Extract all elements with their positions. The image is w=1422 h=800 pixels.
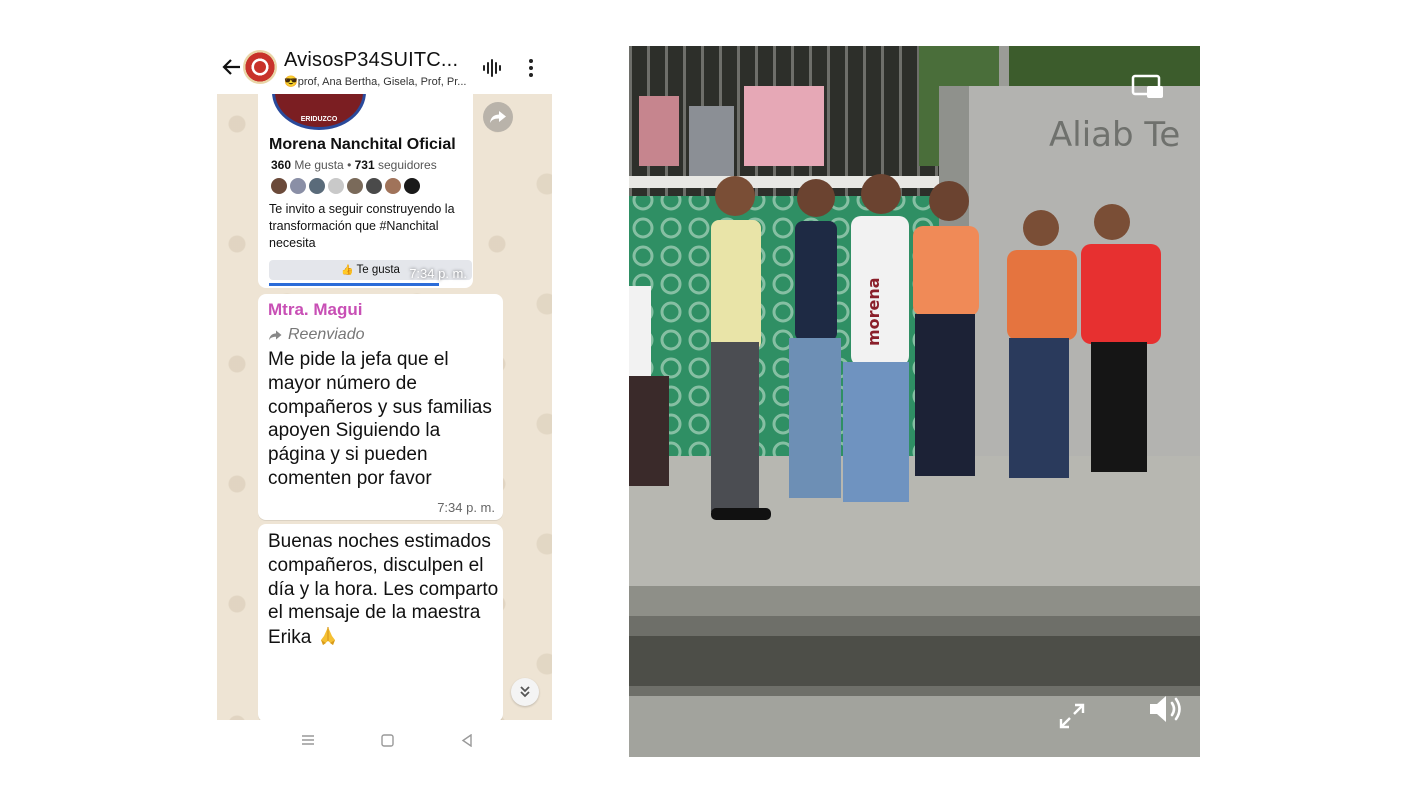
message-bubble[interactable]: Mtra. Magui Reenviado Me pide la jefa qu… (258, 294, 503, 520)
expand-icon[interactable] (1057, 701, 1087, 731)
wall-graffiti: Aliab Te (1049, 115, 1180, 155)
recents-icon[interactable] (301, 734, 315, 746)
page-name: Morena Nanchital Oficial (269, 136, 456, 153)
chat-title[interactable]: AvisosP34SUITC... (284, 49, 458, 72)
follower-avatars (271, 178, 420, 196)
card-progress-bar (269, 283, 439, 286)
chat-header: AvisosP34SUITC... 😎prof, Ana Bertha, Gis… (217, 40, 552, 94)
arrow-left-icon[interactable] (221, 56, 243, 78)
pray-icon (320, 627, 335, 646)
home-icon[interactable] (381, 734, 394, 747)
group-photo[interactable]: Aliab Te morena (629, 46, 1200, 757)
sender-name[interactable]: Mtra. Magui (268, 300, 362, 320)
scroll-to-bottom-button[interactable] (511, 678, 539, 706)
group-avatar[interactable] (243, 50, 277, 84)
message-text-container: Buenas noches estimados compañeros, disc… (268, 530, 503, 650)
android-nav-bar (217, 720, 552, 760)
volume-icon[interactable] (1147, 693, 1187, 725)
message-bubble[interactable]: Buenas noches estimados compañeros, disc… (258, 524, 503, 722)
forward-button[interactable] (483, 102, 513, 132)
chevron-double-down-icon (520, 686, 530, 698)
photo-scene: Aliab Te morena (629, 46, 1200, 757)
page-description: Te invito a seguir construyendo la trans… (269, 202, 455, 250)
shirt-text: morena (864, 277, 883, 346)
forwarded-page-card[interactable]: ERIDUZCO Morena Nanchital Oficial 360 Me… (258, 54, 473, 288)
chat-background: ERIDUZCO Morena Nanchital Oficial 360 Me… (217, 54, 552, 760)
forwarded-icon (269, 330, 282, 340)
message-text: Me pide la jefa que el mayor número de c… (268, 349, 492, 489)
audio-wave-icon[interactable] (481, 57, 503, 79)
message-text: Buenas noches estimados compañeros, disc… (268, 531, 499, 649)
forwarded-label: Reenviado (268, 326, 365, 344)
forward-icon (490, 111, 506, 123)
picture-in-picture-icon[interactable] (1131, 74, 1165, 102)
message-timestamp: 7:34 p. m. (437, 500, 495, 515)
nav-back-icon[interactable] (461, 734, 473, 747)
more-vertical-icon[interactable] (520, 57, 542, 79)
thumbs-up-icon: 👍 (341, 265, 354, 276)
whatsapp-screen: ERIDUZCO Morena Nanchital Oficial 360 Me… (217, 40, 552, 760)
chat-members[interactable]: 😎prof, Ana Bertha, Gisela, Prof, Pr... (284, 75, 466, 88)
page-stats: 360 Me gusta • 731 seguidores (271, 158, 437, 172)
card-timestamp: 7:34 p. m. (409, 266, 467, 281)
